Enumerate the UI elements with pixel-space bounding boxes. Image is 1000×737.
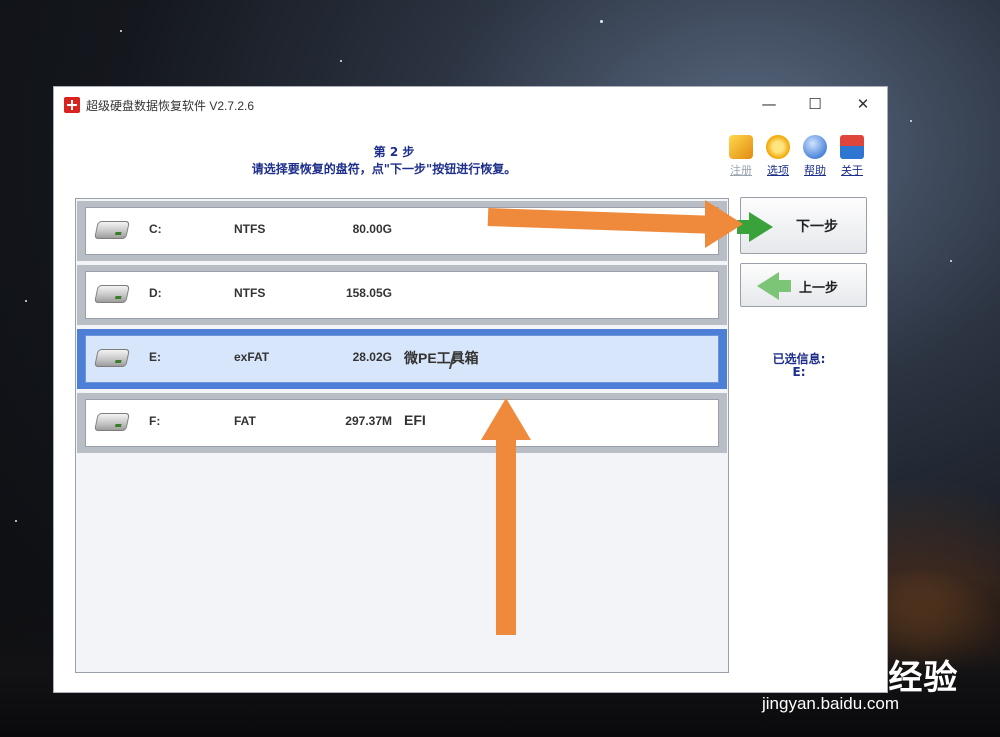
hard-disk-icon (94, 285, 130, 303)
drive-row-c[interactable]: C: NTFS 80.00G (77, 201, 727, 261)
drive-size: 80.00G (352, 222, 392, 236)
register-label: 注册 (730, 164, 752, 177)
next-step-button[interactable]: 下一步 (737, 197, 867, 254)
window-title: 超级硬盘数据恢复软件 V2.7.2.6 (86, 99, 255, 113)
register-tool[interactable]: 注册 (724, 135, 758, 178)
gear-icon (766, 135, 790, 159)
help-icon (803, 135, 827, 159)
star (120, 30, 122, 32)
app-window: 超级硬盘数据恢复软件 V2.7.2.6 — ☐ ✕ 第 2 步 请选择要恢复的盘… (53, 86, 888, 693)
title-bar[interactable]: 超级硬盘数据恢复软件 V2.7.2.6 — ☐ ✕ (54, 87, 887, 123)
next-step-label: 下一步 (796, 219, 838, 235)
drive-size: 297.37M (345, 414, 392, 428)
star (910, 120, 912, 122)
star (15, 520, 17, 522)
watermark-url: jingyan.baidu.com (762, 694, 900, 713)
star (950, 260, 952, 262)
house-icon (840, 135, 864, 159)
step-instruction: 请选择要恢复的盘符，点"下一步"按钮进行恢复。 (251, 162, 517, 176)
minimize-button[interactable]: — (754, 93, 784, 115)
maximize-button[interactable]: ☐ (800, 93, 830, 115)
drive-letter: C: (149, 222, 162, 236)
drive-letter: E: (149, 350, 161, 364)
drive-label: EFI (404, 412, 426, 428)
step-title: 第 2 步 (373, 145, 415, 159)
drive-letter: D: (149, 286, 162, 300)
hard-disk-icon (94, 221, 130, 239)
drive-label: 微PE工具箱 (404, 350, 479, 366)
watermark-logo: Bai du 经验 (768, 659, 959, 697)
options-label: 选项 (767, 164, 789, 177)
star (600, 20, 603, 23)
cart-icon (729, 135, 753, 159)
arrow-left-icon (757, 272, 791, 300)
drive-row-d[interactable]: D: NTFS 158.05G (77, 265, 727, 325)
star (25, 300, 27, 302)
hard-disk-icon (94, 349, 130, 367)
drive-filesystem: NTFS (234, 286, 266, 300)
app-logo-icon (64, 97, 80, 113)
annotation-arrow-head-icon (705, 200, 743, 248)
drive-row-e[interactable]: E: exFAT 28.02G 微PE工具箱 (77, 329, 727, 389)
drive-size: 158.05G (345, 286, 392, 300)
drive-filesystem: NTFS (234, 222, 266, 236)
help-tool[interactable]: 帮助 (798, 135, 832, 178)
close-button[interactable]: ✕ (848, 93, 878, 115)
about-label: 关于 (841, 164, 863, 177)
options-tool[interactable]: 选项 (761, 135, 795, 178)
arrow-right-icon (737, 212, 773, 242)
hard-disk-icon (94, 413, 130, 431)
drive-size: 28.02G (352, 350, 392, 364)
annotation-arrow-shaft (496, 436, 516, 635)
prev-step-label: 上一步 (799, 281, 839, 296)
drive-letter: F: (149, 414, 161, 428)
drive-row-f[interactable]: F: FAT 297.37M EFI (77, 393, 727, 453)
star (340, 60, 342, 62)
selected-info-value: E: (792, 365, 806, 379)
drive-list[interactable]: C: NTFS 80.00G D: NTFS 158.05G E: exFAT … (75, 198, 729, 673)
annotation-arrow-head-icon (481, 398, 531, 440)
drive-filesystem: FAT (234, 414, 256, 428)
drive-filesystem: exFAT (234, 350, 270, 364)
prev-step-button[interactable]: 上一步 (740, 263, 867, 307)
about-tool[interactable]: 关于 (835, 135, 869, 178)
help-label: 帮助 (804, 164, 826, 177)
